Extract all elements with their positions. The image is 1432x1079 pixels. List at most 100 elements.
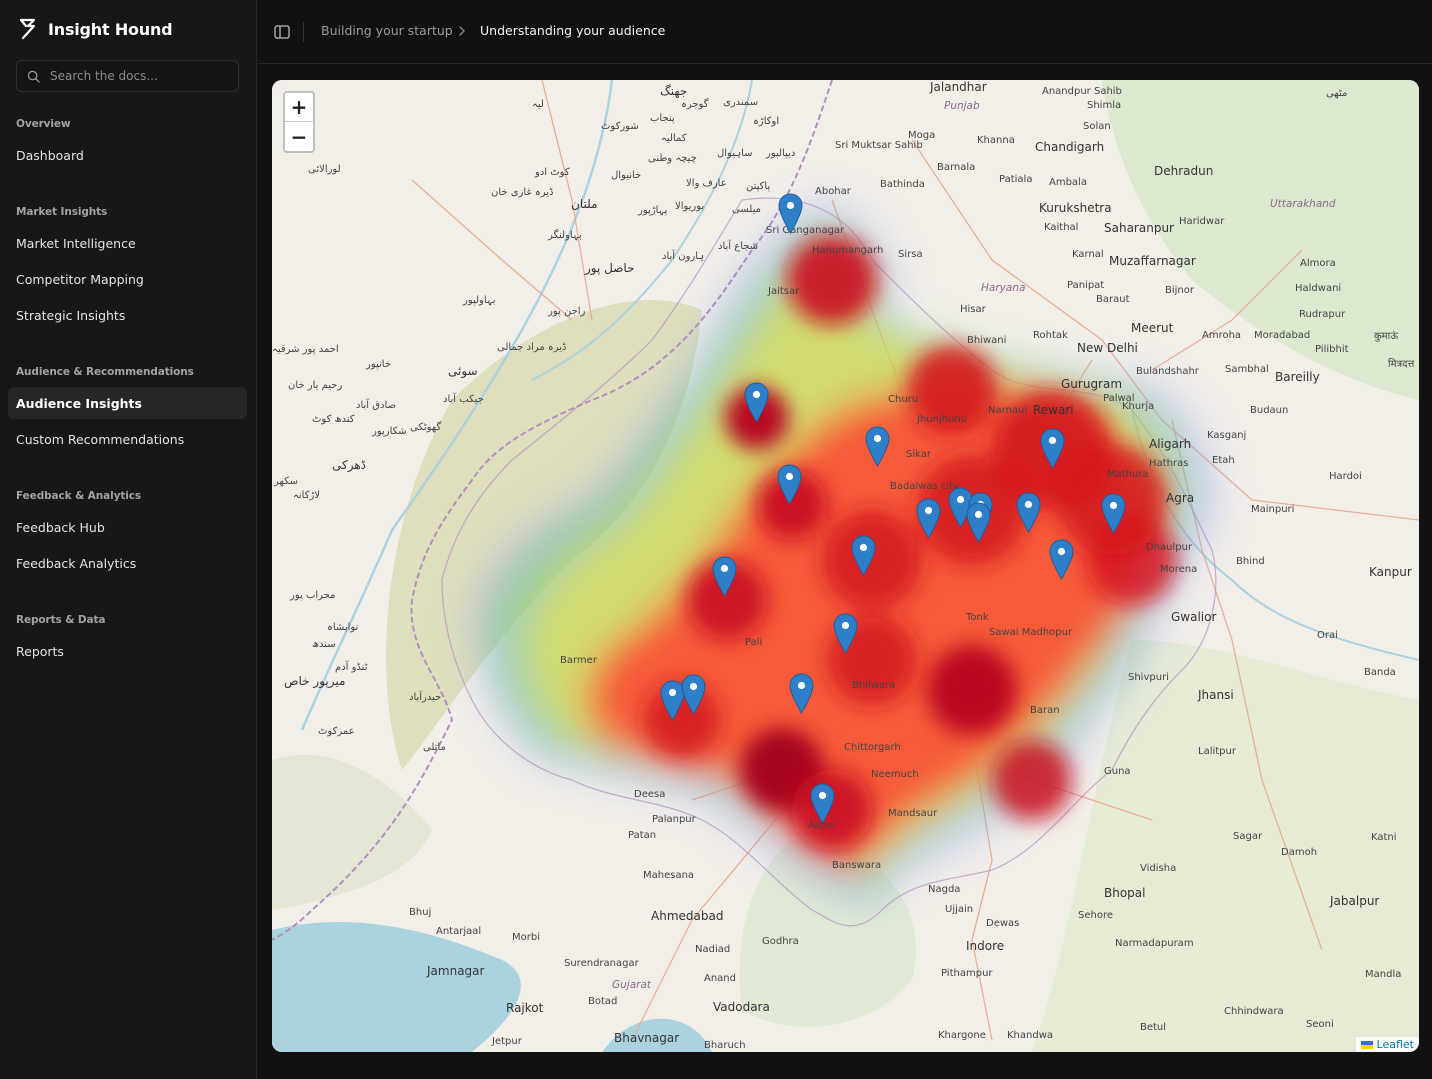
- map-attribution: Leaflet: [1355, 1037, 1419, 1052]
- place-label: Anand: [704, 973, 736, 984]
- sidebar-item-strategic-insights[interactable]: Strategic Insights: [8, 299, 247, 331]
- place-label: پاکپتن: [746, 181, 771, 192]
- place-label: Pali: [745, 637, 763, 648]
- place-label: شکارپور: [372, 426, 407, 437]
- brand[interactable]: Insight Hound: [18, 16, 173, 42]
- sidebar-item-custom-recommendations[interactable]: Custom Recommendations: [8, 423, 247, 455]
- zoom-out-button[interactable]: −: [285, 122, 313, 151]
- place-label: Bhavnagar: [614, 1031, 680, 1045]
- place-label: پہاڑپور: [638, 205, 668, 216]
- map-pin-icon[interactable]: [712, 556, 737, 597]
- place-label: Sehore: [1078, 910, 1113, 921]
- place-label: Etah: [1212, 455, 1235, 466]
- place-label: حیدرآباد: [409, 692, 442, 703]
- place-label: Kurukshetra: [1039, 201, 1112, 215]
- place-label: Orai: [1317, 630, 1338, 641]
- place-label: Panipat: [1067, 280, 1105, 291]
- place-label: سوئی: [448, 364, 478, 378]
- map-pin-icon[interactable]: [916, 498, 941, 539]
- zoom-in-button[interactable]: +: [285, 93, 313, 122]
- sidebar-item-audience-insights[interactable]: Audience Insights: [8, 387, 247, 419]
- place-label: ڈیرہ مراد جمالی: [497, 342, 567, 353]
- sidebar-item-dashboard[interactable]: Dashboard: [8, 139, 247, 171]
- map-pin-icon[interactable]: [810, 783, 835, 824]
- place-label: کمالیہ: [661, 133, 687, 144]
- place-label: Almora: [1300, 258, 1336, 269]
- place-label: Vadodara: [713, 1000, 770, 1014]
- place-label: ساہیوال: [717, 148, 753, 159]
- place-label: لاڑکانہ: [293, 490, 320, 501]
- place-label: میرپور خاص: [284, 674, 346, 688]
- place-label: بہاولپور: [463, 295, 496, 306]
- place-label: Seoni: [1306, 1019, 1334, 1030]
- place-label: Kaithal: [1044, 222, 1079, 233]
- map-pin-icon[interactable]: [966, 502, 991, 543]
- sidebar-item-feedback-analytics[interactable]: Feedback Analytics: [8, 547, 247, 579]
- breadcrumb-current: Understanding your audience: [480, 23, 666, 38]
- place-label: Sikar: [906, 449, 931, 460]
- place-label: Indore: [966, 939, 1005, 953]
- map-pin-icon[interactable]: [1049, 539, 1074, 580]
- place-label: محراب پور: [290, 590, 336, 601]
- place-label: Aligarh: [1149, 437, 1192, 451]
- place-label: Katni: [1371, 832, 1397, 843]
- map-pin-icon[interactable]: [744, 382, 769, 423]
- breadcrumb-parent[interactable]: Building your startup: [321, 23, 453, 38]
- map-pin-icon[interactable]: [778, 193, 803, 234]
- place-label: Bhind: [1236, 556, 1265, 567]
- place-label: لیہ: [532, 99, 544, 110]
- place-label: Chhindwara: [1224, 1006, 1284, 1017]
- place-label: Ambala: [1049, 177, 1087, 188]
- sidebar-toggle-icon[interactable]: [274, 24, 290, 40]
- map-pin-icon[interactable]: [833, 613, 858, 654]
- place-label: بہاولنگر: [548, 230, 582, 241]
- place-label: Patan: [628, 830, 657, 841]
- map-pin-icon[interactable]: [865, 426, 890, 467]
- place-label: Antarjaal: [436, 926, 482, 937]
- map-pin-icon[interactable]: [1016, 492, 1041, 533]
- map-pin-icon[interactable]: [851, 535, 876, 576]
- place-label: Mandsaur: [888, 808, 938, 819]
- place-label: Jhansi: [1198, 688, 1234, 702]
- leaflet-link[interactable]: Leaflet: [1377, 1038, 1414, 1051]
- sidebar-item-market-intelligence[interactable]: Market Intelligence: [8, 227, 247, 259]
- place-label: Damoh: [1281, 847, 1318, 858]
- place-label: Bareilly: [1275, 370, 1320, 384]
- map-pin-icon[interactable]: [789, 673, 814, 714]
- place-label: بوریوالا: [675, 201, 705, 212]
- map-pin-icon[interactable]: [1101, 493, 1126, 534]
- place-label: Morbi: [512, 932, 540, 943]
- place-label: Gurugram: [1061, 377, 1123, 391]
- place-label: Bhuj: [409, 907, 432, 918]
- map-pin-icon[interactable]: [1040, 428, 1065, 469]
- place-label: ہارون آباد: [662, 251, 705, 262]
- place-label: Nagda: [928, 884, 961, 895]
- heatmap-map[interactable]: Jalandhar Punjab Anandpur Sahib Shimla S…: [272, 80, 1419, 1052]
- app-name: Insight Hound: [48, 19, 173, 39]
- place-label: Dehradun: [1154, 164, 1214, 178]
- sidebar-item-feedback-hub[interactable]: Feedback Hub: [8, 511, 247, 543]
- sidebar-item-reports[interactable]: Reports: [8, 635, 247, 667]
- place-label: Pilibhit: [1315, 344, 1349, 355]
- place-label: اوکاڑہ: [753, 116, 780, 127]
- nav-section-audience-recommendations: Audience & Recommendations: [16, 366, 194, 378]
- place-label: Bulandshahr: [1136, 366, 1199, 377]
- nav-section-market-insights: Market Insights: [16, 206, 108, 218]
- place-label: شجاع آباد: [718, 241, 759, 252]
- map-pin-icon[interactable]: [777, 464, 802, 505]
- place-label: Bhilwara: [852, 680, 896, 691]
- place-label: خانیوال: [611, 170, 642, 181]
- sidebar-item-competitor-mapping[interactable]: Competitor Mapping: [8, 263, 247, 295]
- place-label: Jamnagar: [427, 964, 485, 978]
- place-label: Barnala: [937, 162, 976, 173]
- place-label: Jabalpur: [1330, 894, 1380, 908]
- sidebar: Insight Hound Search the docs... Overvie…: [0, 0, 257, 1079]
- map-pin-icon[interactable]: [681, 674, 706, 715]
- place-label: Khurja: [1122, 401, 1155, 412]
- place-label: Ujjain: [945, 904, 974, 915]
- place-label: Deesa: [634, 789, 666, 800]
- place-label: Botad: [588, 996, 618, 1007]
- search-input[interactable]: Search the docs...: [16, 60, 239, 92]
- place-label: Guna: [1104, 766, 1131, 777]
- place-label: Godhra: [762, 936, 799, 947]
